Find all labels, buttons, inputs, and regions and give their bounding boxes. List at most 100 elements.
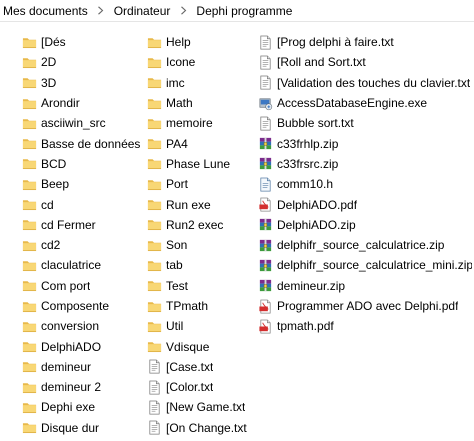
file-item-port[interactable]: Port [147, 174, 257, 194]
file-item-cd[interactable]: cd [22, 194, 144, 214]
file-item-bcd[interactable]: BCD [22, 154, 144, 174]
file-item-label: asciiwin_src [41, 116, 106, 131]
file-item-label: PA4 [166, 136, 188, 151]
file-item-composente[interactable]: Composente [22, 296, 144, 316]
file-item-delphiado[interactable]: DelphiADO [22, 336, 144, 356]
file-item-label: claculatrice [41, 258, 102, 273]
file-item-demineur[interactable]: demineur [22, 357, 144, 377]
file-item-roll-and-sort-txt[interactable]: [Roll and Sort.txt [258, 52, 472, 72]
file-item-asciiwin-src[interactable]: asciiwin_src [22, 113, 144, 133]
file-item-help[interactable]: Help [147, 32, 257, 52]
chevron-right-icon[interactable] [94, 5, 108, 17]
file-item-c33frhlp-zip[interactable]: c33frhlp.zip [258, 133, 472, 153]
file-item-delphiado-zip[interactable]: DelphiADO.zip [258, 215, 472, 235]
file-item-prog-delphi-a-faire-txt[interactable]: [Prog delphi à faire.txt [258, 32, 472, 52]
file-item-conversion[interactable]: conversion [22, 316, 144, 336]
file-item-son[interactable]: Son [147, 235, 257, 255]
text-file-icon [147, 359, 162, 374]
file-item-label: Phase Lune [166, 156, 231, 171]
file-item-label: [Roll and Sort.txt [277, 55, 366, 70]
file-item-basse-de-donnees[interactable]: Basse de données [22, 133, 144, 153]
folder-icon [147, 75, 162, 90]
file-item-label: Math [166, 96, 193, 111]
file-item-on-change-txt[interactable]: [On Change.txt [147, 418, 257, 438]
file-item-label: Port [166, 177, 189, 192]
folder-icon [22, 197, 37, 212]
folder-icon [147, 116, 162, 131]
file-item-label: [Dés [41, 35, 66, 50]
file-item-label: Com port [41, 278, 91, 293]
file-item-label: DelphiADO.zip [277, 217, 356, 232]
file-item-label: Composente [41, 299, 110, 313]
file-item-arondir[interactable]: Arondir [22, 93, 144, 113]
file-item-run2-exec[interactable]: Run2 exec [147, 215, 257, 235]
folder-icon [22, 116, 37, 131]
file-item-cd-fermer[interactable]: cd Fermer [22, 215, 144, 235]
file-item-tpmath[interactable]: TPmath [147, 296, 257, 316]
breadcrumb-item-mes-documents[interactable]: Mes documents [3, 4, 88, 18]
file-item-label: Arondir [41, 96, 80, 111]
file-item-tab[interactable]: tab [147, 255, 257, 275]
file-item-case-txt[interactable]: [Case.txt [147, 357, 257, 377]
file-item-disque-dur[interactable]: Disque dur [22, 418, 144, 438]
file-item-tpmath-pdf[interactable]: tpmath.pdf [258, 316, 472, 336]
file-item-vdisque[interactable]: Vdisque [147, 336, 257, 356]
text-file-icon [147, 380, 162, 395]
file-item-label: [New Game.txt [166, 400, 246, 415]
zip-archive-icon [258, 217, 273, 232]
file-item-math[interactable]: Math [147, 93, 257, 113]
file-item-label: AccessDatabaseEngine.exe [277, 96, 428, 111]
pdf-file-icon [258, 197, 273, 212]
pdf-file-icon [258, 299, 273, 314]
file-item-delphiado-pdf[interactable]: DelphiADO.pdf [258, 194, 472, 214]
file-item-claculatrice[interactable]: claculatrice [22, 255, 144, 275]
file-item-3d[interactable]: 3D [22, 73, 144, 93]
file-item-label: delphifr_source_calculatrice.zip [277, 238, 445, 253]
file-item-delphifr-source-calculatrice-mini-zip[interactable]: delphifr_source_calculatrice_mini.zip [258, 255, 472, 275]
file-item-cd2[interactable]: cd2 [22, 235, 144, 255]
file-item-c33frsrc-zip[interactable]: c33frsrc.zip [258, 154, 472, 174]
file-item-run-exe[interactable]: Run exe [147, 194, 257, 214]
file-item-label: Help [166, 35, 191, 50]
file-item-com-port[interactable]: Com port [22, 276, 144, 296]
file-item-accessdatabaseengine-exe[interactable]: AccessDatabaseEngine.exe [258, 93, 472, 113]
file-item-util[interactable]: Util [147, 316, 257, 336]
folder-icon [22, 299, 37, 314]
file-item-pa4[interactable]: PA4 [147, 133, 257, 153]
breadcrumb-item-dephi-programme[interactable]: Dephi programme [196, 4, 292, 18]
file-item-dephi-exe[interactable]: Dephi exe [22, 397, 144, 417]
file-item-label: Basse de données [41, 136, 141, 151]
file-item-label: 2D [41, 55, 57, 70]
file-item-label: cd [41, 197, 54, 212]
file-item-comm10-h[interactable]: comm10.h [258, 174, 472, 194]
file-item-beep[interactable]: Beep [22, 174, 144, 194]
file-item-phase-lune[interactable]: Phase Lune [147, 154, 257, 174]
folder-icon [22, 319, 37, 334]
file-item-label: TPmath [166, 299, 209, 313]
breadcrumb-item-ordinateur[interactable]: Ordinateur [114, 4, 171, 18]
folder-icon [22, 359, 37, 374]
file-item-new-game-txt[interactable]: [New Game.txt [147, 397, 257, 417]
file-item-delphifr-source-calculatrice-zip[interactable]: delphifr_source_calculatrice.zip [258, 235, 472, 255]
file-item-color-txt[interactable]: [Color.txt [147, 377, 257, 397]
file-item-icone[interactable]: Icone [147, 52, 257, 72]
file-list-column-3: [Prog delphi à faire.txt [Roll and Sort.t… [258, 32, 472, 336]
file-item-programmer-ado-avec-delphi-pdf[interactable]: Programmer ADO avec Delphi.pdf [258, 296, 472, 316]
file-item-label: Disque dur [41, 420, 100, 435]
file-item-demineur-zip[interactable]: demineur.zip [258, 276, 472, 296]
folder-icon [22, 217, 37, 232]
file-item-test[interactable]: Test [147, 276, 257, 296]
folder-icon [147, 136, 162, 151]
zip-archive-icon [258, 238, 273, 253]
file-item-validation-des-touches-du-clavier-txt[interactable]: [Validation des touches du clavier.txt [258, 73, 472, 93]
file-item-2d[interactable]: 2D [22, 52, 144, 72]
file-item-imc[interactable]: imc [147, 73, 257, 93]
file-item-bubble-sort-txt[interactable]: Bubble sort.txt [258, 113, 472, 133]
file-item-memoire[interactable]: memoire [147, 113, 257, 133]
file-item-label: demineur 2 [41, 380, 102, 395]
file-list-column-2: Help Icone imc Math memoire PA4 Phase Lune Port… [147, 32, 257, 438]
file-item-demineur-2[interactable]: demineur 2 [22, 377, 144, 397]
file-item-label: c33frhlp.zip [277, 136, 339, 151]
file-item-des[interactable]: [Dés [22, 32, 144, 52]
chevron-right-icon[interactable] [176, 5, 190, 17]
